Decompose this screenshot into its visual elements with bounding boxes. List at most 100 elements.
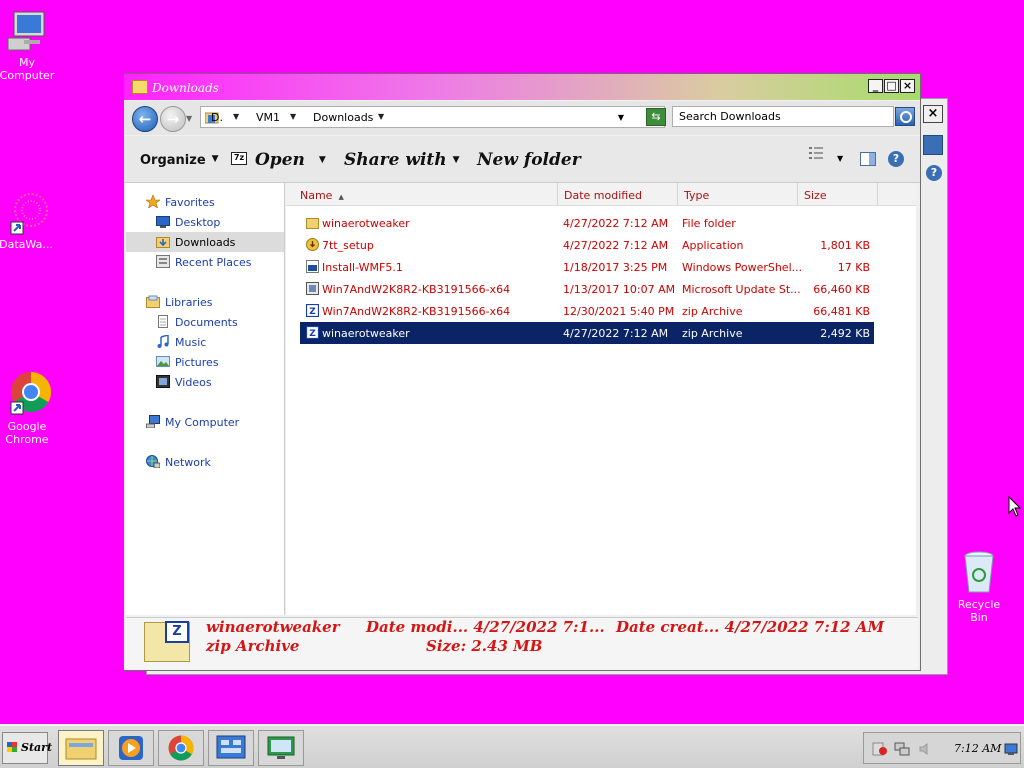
zip-badge: Z [165,621,189,643]
sort-ascending-icon: ▲ [338,193,344,201]
maximize-button[interactable]: □ [884,79,899,93]
file-name: winaerotweaker [322,327,410,340]
file-explorer-icon [65,738,97,760]
nav-label: Music [175,336,207,349]
computer-icon [7,11,45,51]
nav-libraries[interactable]: Libraries [126,292,284,312]
new-folder-button[interactable]: New folder [477,150,581,170]
start-button[interactable]: Start [2,732,52,764]
show-desktop-icon[interactable] [1004,742,1018,756]
table-row[interactable]: Win7AndW2K8R2-KB3191566-x64 1/13/2017 10… [300,278,874,300]
file-type: Windows PowerShel... [682,261,803,274]
help-icon[interactable]: ? [926,165,942,181]
close-icon[interactable]: × [923,105,943,123]
nav-favorites[interactable]: Favorites [126,192,284,212]
volume-icon[interactable] [918,742,934,756]
file-date: 12/30/2021 5:40 PM [563,305,675,318]
breadcrumb-item[interactable]: D. [211,111,223,124]
organize-button[interactable]: Organize ▼ [140,153,219,168]
close-button[interactable]: × [900,79,915,93]
nav-pictures[interactable]: Pictures [126,352,284,372]
network-status-icon[interactable] [894,742,910,756]
column-header-date-modified[interactable]: Date modified [558,183,678,205]
column-header-label: Name [300,189,333,202]
desktop-icon-recycle-bin[interactable]: Recycle Bin [949,548,1009,624]
file-name: 7tt_setup [322,239,374,252]
column-header-type[interactable]: Type [678,183,798,205]
share-with-button[interactable]: Share with ▼ [344,150,460,170]
datawa-icon [10,193,48,235]
table-row[interactable]: Install-WMF5.1 1/18/2017 3:25 PM Windows… [300,256,874,278]
file-date: 4/27/2022 7:12 AM [563,239,669,252]
action-center-icon[interactable] [872,742,888,756]
music-icon [157,335,169,348]
column-header-name[interactable]: Name ▲ [294,183,558,205]
taskbar-explorer[interactable] [58,730,104,766]
details-size: Size: 2.43 MB [426,637,543,655]
chevron-down-icon[interactable]: ▼ [378,112,384,121]
breadcrumb-item[interactable]: VM1 [256,111,280,124]
chrome-icon [168,735,194,761]
table-row[interactable]: 7tt_setup 4/27/2022 7:12 AM Application … [300,234,874,256]
share-with-label: Share with [344,150,447,170]
nav-label: Network [165,456,211,469]
table-row[interactable]: winaerotweaker 4/27/2022 7:12 AM File fo… [300,212,874,234]
clock[interactable]: 7:12 AM [954,742,1001,755]
nav-videos[interactable]: Videos [126,372,284,392]
folder-icon [132,80,148,94]
close-icon: × [902,79,913,92]
table-row[interactable]: Z Win7AndW2K8R2-KB3191566-x64 12/30/2021… [300,300,874,322]
server-manager-icon [216,735,246,759]
view-options-chevron-icon[interactable]: ▼ [837,154,843,163]
taskbar-server-manager[interactable] [208,730,254,766]
search-icon[interactable] [923,135,943,155]
windows-logo-icon [7,742,17,752]
file-type: zip Archive [682,305,743,318]
network-icon [146,455,160,468]
recent-pages-dropdown[interactable]: ▼ [186,114,192,123]
change-view-icon[interactable] [809,146,825,160]
nav-downloads[interactable]: Downloads [126,232,284,252]
details-file-type: zip Archive [206,637,300,655]
nav-my-computer[interactable]: My Computer [126,412,284,432]
desktop-icon-google-chrome[interactable]: Google Chrome [0,370,57,446]
nav-network[interactable]: Network [126,452,284,472]
arrow-left-icon: ← [138,110,152,128]
nav-recent-places[interactable]: Recent Places [126,252,284,272]
svg-text:Z: Z [309,307,316,317]
system-tray: 7:12 AM [863,732,1021,764]
nav-music[interactable]: Music [126,332,284,352]
column-headers: Name ▲ Date modified Type Size [286,183,916,206]
search-button[interactable] [895,107,915,126]
nav-label: Downloads [175,236,236,249]
nav-documents[interactable]: Documents [126,312,284,332]
refresh-button[interactable]: ⇆ [646,108,666,126]
preview-pane-icon[interactable] [860,152,876,166]
search-input[interactable]: Search Downloads [672,106,894,127]
file-name: Win7AndW2K8R2-KB3191566-x64 [322,305,511,318]
taskbar-chrome[interactable] [158,730,204,766]
title-bar[interactable]: Downloads _ □ × [124,74,920,100]
help-icon[interactable]: ? [888,151,904,167]
desktop-icon-my-computer[interactable]: My Computer [0,10,57,82]
chevron-down-icon[interactable]: ▼ [290,112,296,121]
file-size: 66,481 KB [813,305,870,318]
taskbar-media-player[interactable] [108,730,154,766]
organize-label: Organize [140,153,206,168]
taskbar-remote-desktop[interactable] [258,730,304,766]
chrome-icon [10,372,51,415]
chevron-down-icon[interactable]: ▼ [233,112,239,121]
table-row-selected[interactable]: Z winaerotweaker 4/27/2022 7:12 AM zip A… [300,322,874,344]
nav-desktop[interactable]: Desktop [126,212,284,232]
open-button[interactable]: Open ▼ [255,150,326,170]
address-bar[interactable]: D. ▼ VM1 ▼ Downloads ▼ ▼ [200,106,665,128]
desktop-icon-datawa[interactable]: DataWa... [0,190,56,251]
breadcrumb-item[interactable]: Downloads [313,111,373,124]
column-header-size[interactable]: Size [798,183,878,205]
media-player-icon [119,736,143,760]
minimize-button[interactable]: _ [868,79,883,93]
address-dropdown-icon[interactable]: ▼ [618,113,624,122]
file-date: 1/13/2017 10:07 AM [563,283,676,296]
forward-button[interactable]: → [160,106,186,132]
back-button[interactable]: ← [132,106,158,132]
